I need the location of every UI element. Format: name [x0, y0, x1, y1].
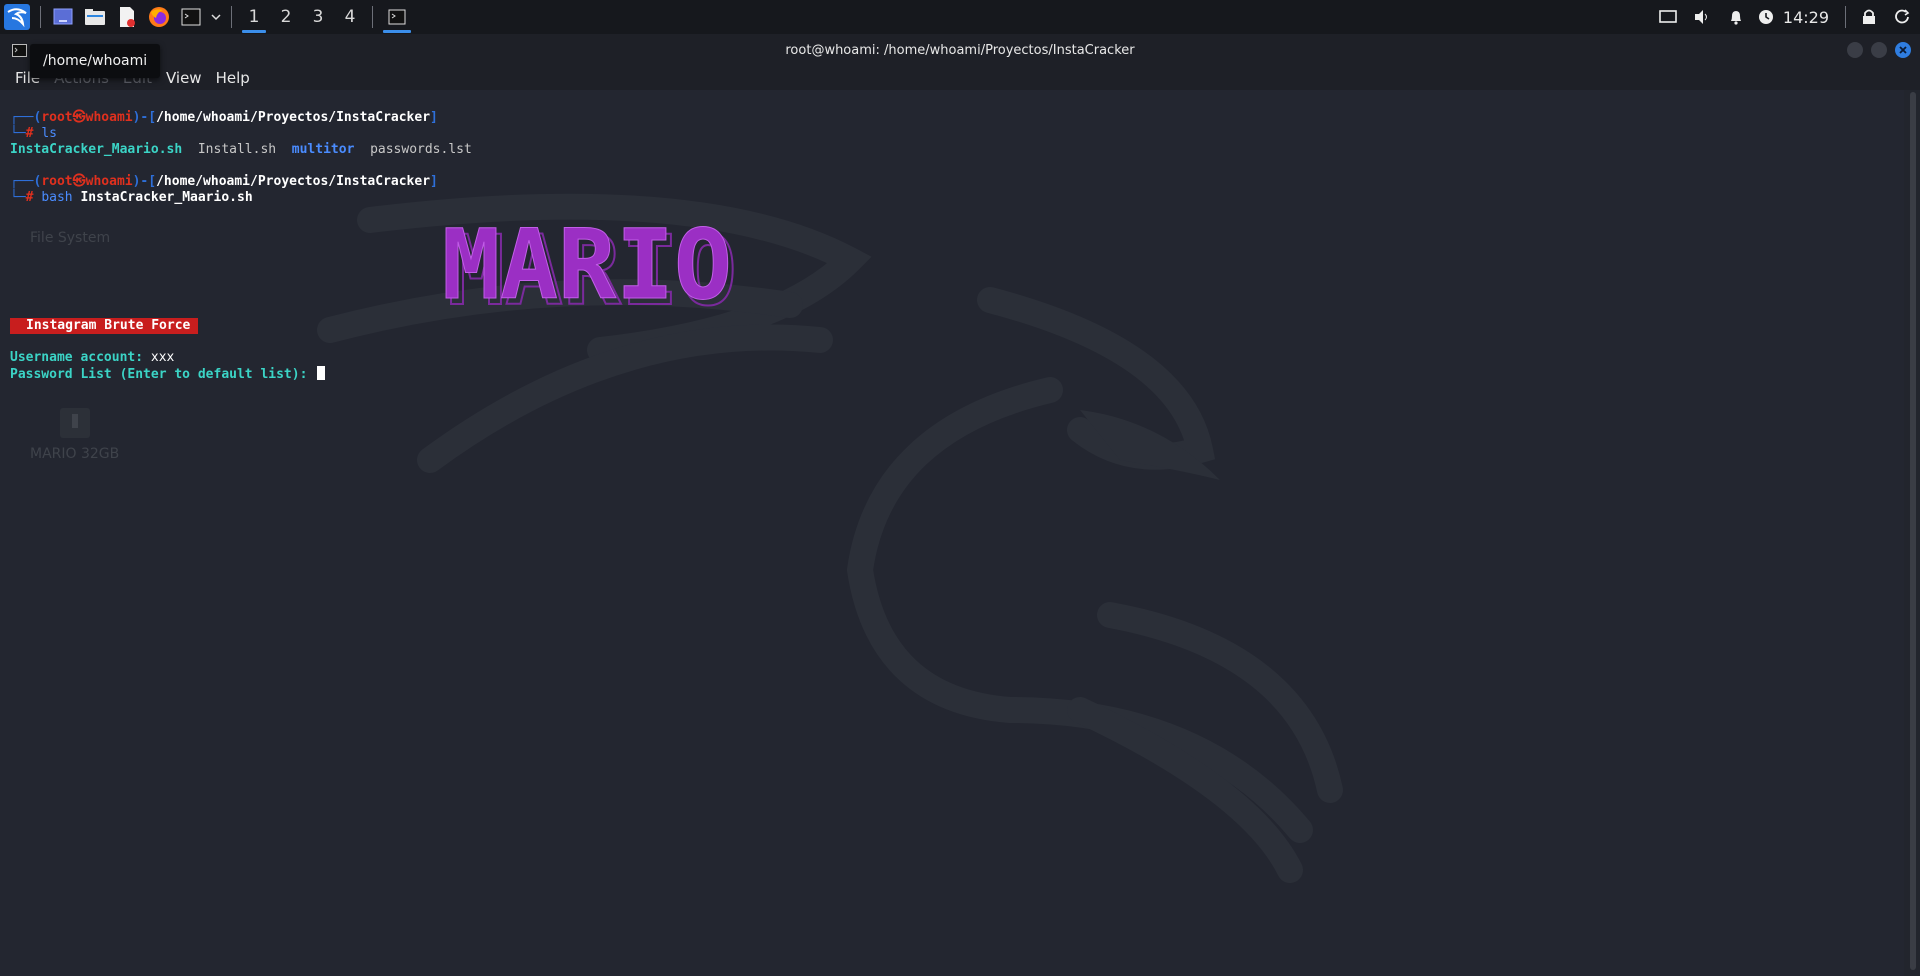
prompt-user: root: [41, 110, 73, 125]
usb-drive-icon: [59, 408, 90, 438]
kali-dragon-icon: [4, 4, 30, 30]
prompt-hash: #: [25, 126, 34, 141]
volume-button[interactable]: [1685, 0, 1719, 34]
terminal-scrollbar[interactable]: [1910, 92, 1916, 970]
window-title: root@whoami: /home/whoami/Proyectos/Inst…: [785, 42, 1135, 58]
display-button[interactable]: [1651, 0, 1685, 34]
prompt-corner: ┌──(: [10, 174, 42, 189]
logout-button[interactable]: [1886, 0, 1920, 34]
panel-separator: [40, 6, 41, 28]
panel-separator: [1845, 6, 1846, 28]
panel-separator: [372, 6, 373, 28]
desktop-icon: [53, 8, 73, 25]
terminal-icon: [181, 8, 201, 26]
workspace-1[interactable]: 1: [238, 0, 270, 34]
text-editor-icon: [120, 7, 135, 27]
kali-dragon-wallpaper: [317, 193, 1343, 883]
show-desktop-button[interactable]: [47, 0, 79, 34]
prompt-at: ㉿: [72, 110, 86, 125]
prompt-line: ┌──(root㉿whoami)-[/home/whoami/Proyectos…: [10, 110, 438, 126]
top-panel: 1 2 3 4 14:29: [0, 0, 1920, 35]
desktop-icon-file-system: File System: [30, 230, 110, 246]
prompt-host: whoami: [85, 110, 133, 125]
power-status-button[interactable]: [1753, 0, 1779, 34]
folder-icon: [85, 9, 105, 25]
power-icon: [1895, 9, 1910, 24]
desktop-icon-drive: MARIO 32GB: [30, 406, 119, 462]
panel-separator: [231, 6, 232, 28]
tooltip: /home/whoami: [30, 44, 161, 78]
prompt-bracket-close: ]: [430, 174, 438, 189]
command-line: └─# ls: [10, 126, 57, 142]
notifications-button[interactable]: [1719, 0, 1753, 34]
ls-entry: InstaCracker_Maario.sh: [10, 142, 183, 157]
chevron-down-icon: [211, 14, 221, 21]
clock-indicator-icon: [1758, 10, 1773, 24]
username-value: xxx: [150, 350, 175, 365]
prompt-line: ┌──(root㉿whoami)-[/home/whoami/Proyectos…: [10, 174, 438, 190]
ascii-art-text: MARIO: [442, 218, 732, 310]
prompt-user: root: [41, 174, 73, 189]
firefox-icon: [149, 7, 169, 27]
text-editor-button[interactable]: [111, 0, 143, 34]
close-button[interactable]: [1895, 42, 1911, 58]
lock-icon: [1863, 9, 1875, 24]
prompt-path: /home/whoami/Proyectos/InstaCracker: [156, 110, 431, 125]
ls-output: InstaCracker_Maario.sh Install.sh multit…: [10, 142, 472, 158]
menu-help[interactable]: Help: [209, 69, 257, 87]
terminal-icon: [388, 9, 406, 25]
username-label: Username account:: [10, 350, 144, 365]
tool-banner: Instagram Brute Force: [10, 318, 199, 334]
command-line: └─# bash InstaCracker_Maario.sh: [10, 190, 253, 206]
prompt-bracket: )-[: [132, 174, 157, 189]
ls-entry-directory: multitor: [291, 142, 355, 157]
monitor-icon: [1659, 10, 1677, 23]
lock-screen-button[interactable]: [1852, 0, 1886, 34]
drive-label: MARIO 32GB: [30, 446, 120, 462]
terminal-area[interactable]: File System MARIO 32GB ┌──(root㉿whoami)-…: [0, 90, 1904, 976]
launcher-dropdown-button[interactable]: [207, 0, 225, 34]
prompt-at: ㉿: [72, 174, 86, 189]
speaker-icon: [1694, 10, 1707, 24]
terminal-launcher-button[interactable]: [175, 0, 207, 34]
prompt-corner-bottom: └─: [10, 126, 26, 141]
menubar: File Actions Edit View Help: [0, 66, 1920, 90]
window-titlebar[interactable]: root@whoami: /home/whoami/Proyectos/Inst…: [0, 34, 1920, 66]
firefox-button[interactable]: [143, 0, 175, 34]
kali-menu-button[interactable]: [0, 0, 34, 34]
text-cursor: [317, 366, 326, 380]
minimize-button[interactable]: [1847, 42, 1863, 58]
maximize-button[interactable]: [1871, 42, 1887, 58]
prompt-host: whoami: [85, 174, 133, 189]
file-manager-button[interactable]: [79, 0, 111, 34]
clock[interactable]: 14:29: [1779, 8, 1839, 27]
workspace-3[interactable]: 3: [302, 0, 334, 34]
ls-entry: Install.sh: [197, 142, 277, 157]
username-line: Username account: xxx: [10, 350, 174, 366]
file-system-label: File System: [30, 230, 111, 246]
prompt-bracket-close: ]: [430, 110, 438, 125]
system-tray: 14:29: [1651, 0, 1920, 34]
prompt-corner: ┌──(: [10, 110, 42, 125]
command-text: bash: [41, 190, 73, 205]
prompt-bracket: )-[: [132, 110, 157, 125]
workspace-4[interactable]: 4: [334, 0, 366, 34]
menu-view[interactable]: View: [159, 69, 209, 87]
taskbar-terminal-window[interactable]: [379, 0, 415, 34]
close-icon: [1899, 46, 1907, 54]
password-list-label: Password List (Enter to default list):: [10, 367, 308, 382]
ls-entry: passwords.lst: [370, 142, 472, 157]
password-line[interactable]: Password List (Enter to default list):: [10, 366, 326, 383]
prompt-hash: #: [25, 190, 34, 205]
prompt-path: /home/whoami/Proyectos/InstaCracker: [156, 174, 431, 189]
ascii-art-logo: MARIO MARIO: [442, 218, 739, 310]
bell-icon: [1730, 11, 1741, 25]
prompt-corner-bottom: └─: [10, 190, 26, 205]
workspace-2[interactable]: 2: [270, 0, 302, 34]
command-text: ls: [41, 126, 57, 141]
command-argument: InstaCracker_Maario.sh: [80, 190, 253, 205]
